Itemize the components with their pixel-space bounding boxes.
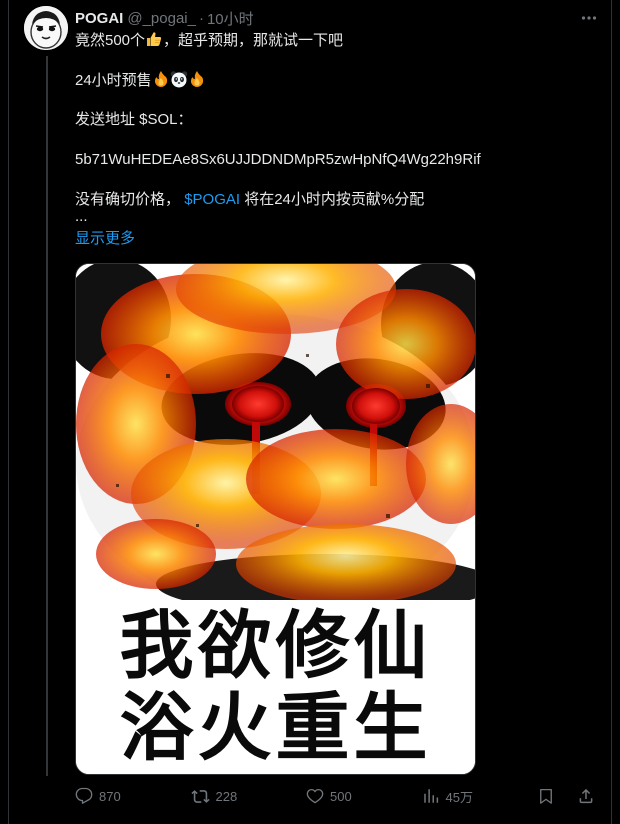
share-icon [579, 788, 593, 804]
media-image[interactable]: 我欲修仙 浴火重生 [75, 263, 476, 775]
flaming-panda-meme-icon [76, 264, 475, 614]
like-button[interactable]: 500 [306, 787, 422, 805]
reply-count: 870 [99, 788, 121, 804]
tweet-text-line-1: 竟然500个 ，超乎预期，那就试一下吧 [75, 30, 601, 54]
retweet-button[interactable]: 228 [190, 787, 307, 806]
fire-icon-2 [188, 70, 206, 94]
line1-text: 竟然500个 [75, 32, 146, 49]
fire-icon [152, 70, 170, 94]
views-chart-icon [423, 789, 438, 803]
line1-rest: ，超乎预期，那就试一下吧 [163, 32, 344, 49]
thread-line [46, 56, 48, 776]
views-button[interactable]: 45万 [422, 787, 538, 806]
cashtag-link[interactable]: $POGAI [184, 191, 240, 208]
tweet-text-line-2: 24小时预售 [75, 70, 601, 94]
views-count: 45万 [445, 789, 473, 805]
reply-icon [75, 787, 93, 804]
timestamp[interactable]: 10小时 [207, 8, 254, 29]
reply-button[interactable]: 870 [75, 787, 191, 805]
heart-icon [306, 788, 324, 804]
user-handle[interactable]: @_pogai_ [127, 10, 196, 27]
like-count: 500 [330, 788, 352, 804]
caption-line-1: 我欲修仙 [119, 603, 432, 689]
avatar[interactable] [24, 6, 68, 50]
bookmark-icon [540, 788, 552, 804]
line5-before: 没有确切价格， [75, 191, 181, 208]
line2-text: 24小时预售 [75, 72, 152, 89]
panda-face-icon [170, 70, 188, 94]
show-more-row: 显示更多 [75, 229, 601, 249]
ellipsis: ... [75, 208, 88, 225]
separator-dot: · [198, 9, 204, 27]
display-name[interactable]: POGAI [75, 10, 123, 27]
line5-after: 将在24小时内按贡献%分配 [244, 191, 425, 208]
show-more-link[interactable]: 显示更多 [75, 230, 135, 247]
bookmark-button[interactable] [537, 787, 561, 805]
tweet-text-line-5: 没有确切价格， $POGAI 将在24小时内按贡献%分配 [75, 190, 601, 210]
tweet-header: POGAI @_pogai_ · 10小时 [75, 8, 601, 28]
right-frame-border [611, 0, 620, 824]
tweet-text-line-3: 发送地址 $SOL： [75, 111, 193, 128]
sol-address: 5b71WuHEDEAe8Sx6UJJDDNDMpR5zwHpNfQ4Wg22h… [75, 151, 481, 168]
thumbs-up-icon [145, 30, 163, 54]
meme-caption: 我欲修仙 浴火重生 [76, 600, 475, 774]
tweet[interactable]: POGAI @_pogai_ · 10小时 竟然500个 ，超乎预期，那就试一下… [9, 0, 611, 824]
action-bar: 870 228 500 45万 [75, 786, 601, 806]
retweet-icon [190, 789, 210, 803]
retweet-count: 228 [215, 788, 238, 804]
caption-line-2: 浴火重生 [119, 685, 432, 771]
left-frame-border [0, 0, 9, 824]
share-button[interactable] [577, 787, 601, 805]
more-options-icon[interactable] [577, 6, 601, 30]
